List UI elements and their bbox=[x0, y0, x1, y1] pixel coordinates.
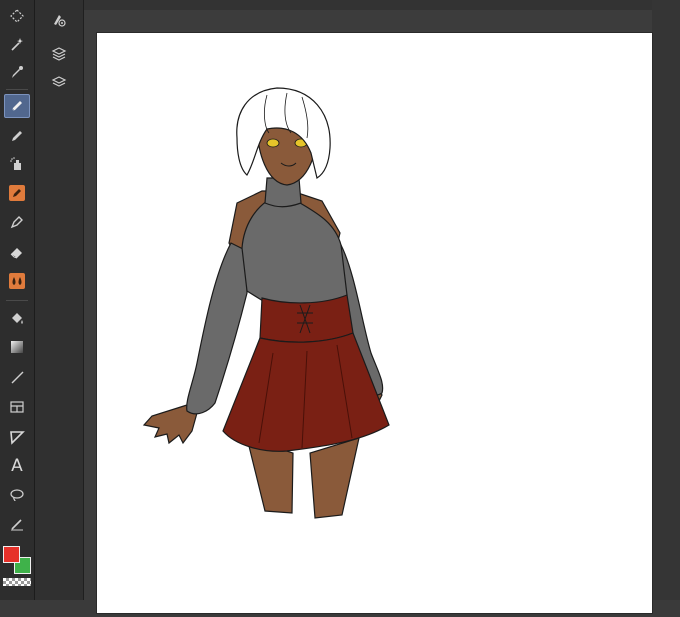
left-sleeve bbox=[186, 242, 248, 415]
eraser-tool[interactable] bbox=[4, 240, 30, 264]
ink-pen-icon bbox=[10, 216, 23, 229]
left-eye bbox=[266, 138, 280, 148]
line-tool[interactable] bbox=[4, 365, 30, 389]
fill-bucket-icon bbox=[12, 313, 23, 324]
frame-tool[interactable] bbox=[4, 395, 30, 419]
airbrush-icon bbox=[10, 157, 21, 170]
pencil-icon bbox=[12, 131, 22, 141]
brush-settings-icon bbox=[54, 15, 66, 27]
dotted-select-icon bbox=[10, 9, 24, 23]
sub-tool-layers-stack[interactable] bbox=[47, 42, 71, 66]
ruler-icon bbox=[10, 431, 25, 445]
lasso-tool[interactable] bbox=[4, 483, 30, 507]
correct-line-icon bbox=[11, 519, 23, 531]
ink-pen-tool[interactable] bbox=[4, 210, 30, 234]
text-icon: A bbox=[11, 455, 23, 476]
pen-icon bbox=[11, 101, 22, 112]
gradient-icon bbox=[11, 341, 23, 353]
decoration-icon bbox=[9, 185, 25, 201]
eyedropper-icon bbox=[12, 66, 23, 78]
eraser-icon bbox=[10, 248, 22, 259]
text-tool[interactable]: A bbox=[4, 454, 30, 478]
layers-stack-icon bbox=[51, 47, 67, 61]
correct-line-tool[interactable] bbox=[4, 512, 30, 536]
character-illustration bbox=[142, 87, 390, 519]
magic-wand-tool[interactable] bbox=[4, 32, 30, 56]
magic-wand-icon bbox=[11, 38, 23, 51]
fill-tool[interactable] bbox=[4, 306, 30, 330]
workspace-right-scroll[interactable] bbox=[652, 0, 680, 600]
airbrush-tool[interactable] bbox=[4, 152, 30, 176]
frame-icon bbox=[10, 401, 24, 413]
workspace-top-strip bbox=[84, 0, 680, 10]
blend-drops-icon bbox=[9, 273, 25, 289]
drawing-canvas[interactable] bbox=[97, 33, 652, 613]
foreground-color-swatch[interactable] bbox=[3, 546, 20, 563]
tool-palette: A bbox=[0, 0, 35, 600]
lasso-icon bbox=[10, 489, 24, 502]
pen-tool[interactable] bbox=[4, 94, 30, 118]
eyedropper-tool[interactable] bbox=[4, 60, 30, 84]
sub-tool-brush[interactable] bbox=[47, 8, 71, 32]
blend-tool[interactable] bbox=[4, 269, 30, 293]
transparent-color-swatch[interactable] bbox=[3, 578, 31, 586]
layers-icon bbox=[51, 76, 67, 87]
gradient-tool[interactable] bbox=[4, 335, 30, 359]
decoration-tool[interactable] bbox=[4, 181, 30, 205]
pencil-tool[interactable] bbox=[4, 124, 30, 148]
marquee-select-tool[interactable] bbox=[4, 4, 30, 28]
sub-tool-layers[interactable] bbox=[47, 70, 71, 94]
line-icon bbox=[11, 371, 24, 384]
right-leg bbox=[309, 437, 360, 519]
ruler-tool[interactable] bbox=[4, 425, 30, 449]
sub-tool-panel bbox=[35, 0, 84, 600]
